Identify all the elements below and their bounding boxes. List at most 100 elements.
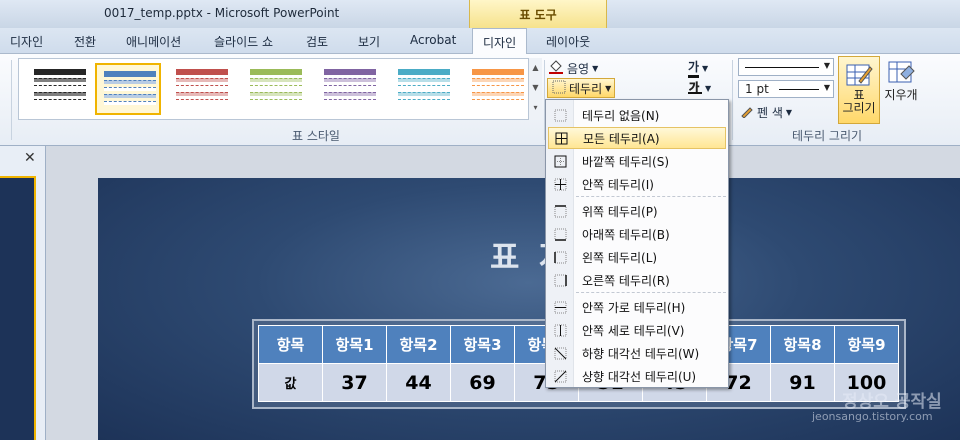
shading-button[interactable]: 음영 ▼ [548, 60, 598, 77]
table-style-swatch[interactable] [465, 63, 531, 115]
swatch-band [472, 99, 524, 103]
border-menu-item[interactable]: 바깥쪽 테두리(S) [548, 150, 726, 172]
tab-table-layout[interactable]: 레이아웃 [546, 33, 590, 50]
draw-table-label: 표 그리기 [842, 88, 876, 115]
border-menu-item[interactable]: 왼쪽 테두리(L) [548, 246, 726, 268]
swatch-band [176, 69, 228, 75]
border-menu-item-label: 안쪽 테두리(I) [582, 177, 654, 192]
table-header-cell[interactable]: 항목8 [770, 325, 835, 364]
close-icon[interactable]: ✕ [24, 150, 36, 166]
border-menu-item-label: 테두리 없음(N) [582, 108, 660, 123]
table-styles-gallery [18, 58, 538, 120]
border-menu-item[interactable]: 오른쪽 테두리(R) [548, 269, 726, 291]
swatch-band [398, 78, 450, 82]
swatch-band [34, 92, 86, 96]
inside-borders-icon [548, 178, 572, 191]
table-style-swatch[interactable] [169, 63, 235, 115]
border-menu-item[interactable]: 아래쪽 테두리(B) [548, 223, 726, 245]
shading-label: 음영 [567, 62, 590, 76]
draw-table-icon [845, 61, 873, 89]
chevron-down-icon: ▼ [702, 63, 709, 73]
swatch-band [324, 69, 376, 75]
table-header-cell[interactable]: 항목1 [322, 325, 387, 364]
tab-slide-show[interactable]: 슬라이드 쇼 [214, 33, 273, 50]
swatch-band [398, 99, 450, 103]
swatch-band [176, 92, 228, 96]
border-menu-item-label: 위쪽 테두리(P) [582, 204, 658, 219]
border-menu-item-label: 하향 대각선 테두리(W) [582, 346, 700, 361]
pen-weight-value: 1 pt [745, 82, 769, 96]
tab-animations[interactable]: 애니메이션 [126, 33, 181, 50]
chevron-down-icon: ▼ [823, 61, 830, 70]
gallery-down-icon[interactable]: ▼ [529, 78, 542, 98]
chevron-down-icon: ▼ [785, 108, 793, 117]
text-fill-button[interactable]: 가 ▼ [688, 58, 708, 78]
inside-vertical-border-icon [548, 324, 572, 337]
table-header-cell[interactable]: 항목 [258, 325, 323, 364]
table-cell[interactable]: 91 [770, 363, 835, 402]
slide-thumbnail[interactable] [0, 176, 36, 440]
ribbon: ▲ ▼ ▾ 표 스타일 음영 ▼ 효과 가 가 ▼ 가 ▼ ▼ 1 pt ▼ [0, 54, 960, 150]
border-menu-item[interactable]: 안쪽 세로 테두리(V) [548, 319, 726, 341]
tab-transitions[interactable]: 전환 [74, 33, 96, 50]
swatch-band [250, 92, 302, 96]
table-header-cell[interactable]: 항목3 [450, 325, 515, 364]
swatch-band [176, 78, 228, 82]
watermark-url: jeonsango.tistory.com [812, 410, 933, 423]
table-style-swatch[interactable] [391, 63, 457, 115]
border-menu-item[interactable]: 위쪽 테두리(P) [548, 200, 726, 222]
swatch-band [250, 78, 302, 82]
menu-separator [576, 196, 726, 197]
swatch-band [398, 69, 450, 75]
table-cell[interactable]: 값 [258, 363, 323, 402]
table-style-swatch[interactable] [317, 63, 383, 115]
outside-borders-icon [548, 155, 572, 168]
table-cell[interactable]: 44 [386, 363, 451, 402]
table-cell[interactable]: 69 [450, 363, 515, 402]
table-style-swatch[interactable] [27, 63, 93, 115]
gallery-scroll[interactable]: ▲ ▼ ▾ [528, 58, 542, 120]
swatch-band [472, 69, 524, 75]
border-menu-item[interactable]: 모든 테두리(A) [548, 127, 726, 149]
tab-review[interactable]: 검토 [306, 33, 328, 50]
diagonal-up-border-icon [548, 370, 572, 383]
diagonal-down-border-icon [548, 347, 572, 360]
border-menu-item[interactable]: 상향 대각선 테두리(U) [548, 365, 726, 387]
gallery-more-icon[interactable]: ▾ [529, 98, 542, 118]
table-header-cell[interactable]: 항목9 [834, 325, 899, 364]
border-menu-item-label: 안쪽 가로 테두리(H) [582, 300, 686, 315]
border-menu-item[interactable]: 안쪽 테두리(I) [548, 173, 726, 195]
table-cell[interactable]: 37 [322, 363, 387, 402]
draw-table-button[interactable]: 표 그리기 [838, 56, 880, 124]
inside-horizontal-border-icon [548, 301, 572, 314]
tab-table-design[interactable]: 디자인 [472, 28, 528, 55]
tab-acrobat[interactable]: Acrobat [410, 33, 456, 47]
borders-dropdown-menu: 테두리 없음(N) 모든 테두리(A) 바깥쪽 테두리(S) 안쪽 테두리(I) 위쪽 … [545, 99, 729, 388]
eraser-button[interactable]: 지우개 [882, 58, 920, 103]
table-style-swatch[interactable] [95, 63, 161, 115]
tab-view[interactable]: 보기 [358, 33, 380, 50]
pen-color-button[interactable]: 펜 색 ▼ [740, 104, 792, 121]
border-menu-item[interactable]: 안쪽 가로 테두리(H) [548, 296, 726, 318]
swatch-band [324, 92, 376, 96]
tab-design[interactable]: 디자인 [10, 33, 43, 50]
eraser-icon [887, 58, 915, 86]
borders-button[interactable]: 테두리 ▼ [547, 78, 615, 98]
border-menu-item-label: 오른쪽 테두리(R) [582, 273, 670, 288]
border-menu-item[interactable]: 테두리 없음(N) [548, 104, 726, 126]
swatch-band [324, 99, 376, 103]
table-tools-context-label: 표 도구 [469, 0, 607, 28]
pen-weight-select[interactable]: 1 pt ▼ [738, 80, 834, 98]
border-menu-item[interactable]: 하향 대각선 테두리(W) [548, 342, 726, 364]
border-menu-item-label: 아래쪽 테두리(B) [582, 227, 670, 242]
pen-style-select[interactable]: ▼ [738, 58, 834, 76]
swatch-band [104, 71, 156, 77]
gallery-up-icon[interactable]: ▲ [529, 58, 542, 78]
table-header-cell[interactable]: 항목2 [386, 325, 451, 364]
table-style-swatch[interactable] [243, 63, 309, 115]
swatch-band [250, 85, 302, 89]
text-outline-button[interactable]: 가 ▼ [688, 80, 711, 97]
left-border-icon [548, 251, 572, 264]
paint-bucket-icon [548, 60, 564, 77]
swatch-band [176, 99, 228, 103]
